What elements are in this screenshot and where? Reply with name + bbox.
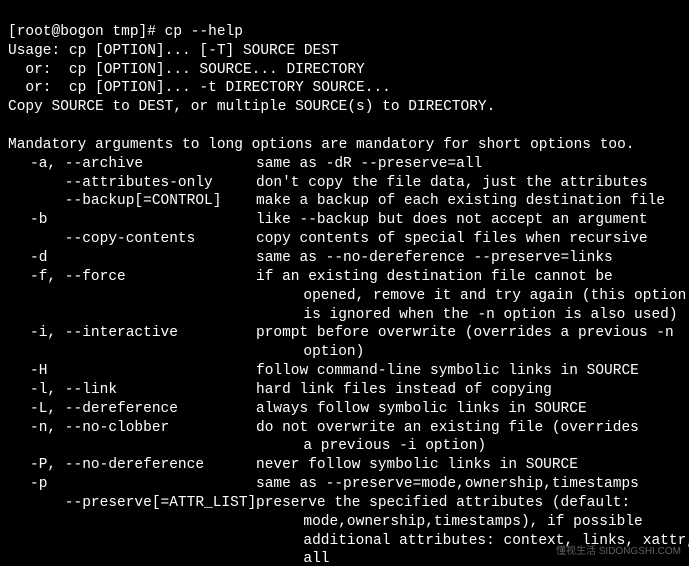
option-desc: copy contents of special files when recu… (256, 230, 681, 249)
option-desc: if an existing destination file cannot b… (256, 268, 681, 287)
option-row: -P, --no-dereferencenever follow symboli… (8, 456, 681, 475)
option-row: -blike --backup but does not accept an a… (8, 211, 681, 230)
option-desc: like --backup but does not accept an arg… (256, 211, 681, 230)
option-desc: same as -dR --preserve=all (256, 155, 681, 174)
option-row: -n, --no-clobberdo not overwrite an exis… (8, 419, 681, 438)
option-row: -a, --archivesame as -dR --preserve=all (8, 155, 681, 174)
option-row: -i, --interactiveprompt before overwrite… (8, 324, 681, 343)
usage-line: or: cp [OPTION]... SOURCE... DIRECTORY (8, 62, 365, 78)
option-desc: don't copy the file data, just the attri… (256, 174, 681, 193)
option-desc: do not overwrite an existing file (overr… (256, 419, 681, 438)
usage-line: or: cp [OPTION]... -t DIRECTORY SOURCE..… (8, 80, 391, 96)
option-row: --backup[=CONTROL]make a backup of each … (8, 192, 681, 211)
option-desc: make a backup of each existing destinati… (256, 192, 681, 211)
option-flag: -H (8, 362, 256, 381)
option-row: -f, --forceif an existing destination fi… (8, 268, 681, 287)
option-desc: preserve the specified attributes (defau… (256, 494, 681, 513)
option-desc: same as --no-dereference --preserve=link… (256, 249, 681, 268)
option-desc: always follow symbolic links in SOURCE (256, 400, 681, 419)
option-row: --copy-contentscopy contents of special … (8, 230, 681, 249)
option-desc-cont: is ignored when the -n option is also us… (8, 306, 681, 325)
shell-prompt[interactable]: [root@bogon tmp]# cp --help (8, 24, 243, 40)
option-flag: -P, --no-dereference (8, 456, 256, 475)
option-desc-cont: opened, remove it and try again (this op… (8, 287, 681, 306)
usage-line: Usage: cp [OPTION]... [-T] SOURCE DEST (8, 43, 339, 59)
option-row: -psame as --preserve=mode,ownership,time… (8, 475, 681, 494)
option-flag: -f, --force (8, 268, 256, 287)
option-flag: -l, --link (8, 381, 256, 400)
option-desc: never follow symbolic links in SOURCE (256, 456, 681, 475)
option-flag: -b (8, 211, 256, 230)
option-row: -L, --dereferencealways follow symbolic … (8, 400, 681, 419)
option-flag: --backup[=CONTROL] (8, 192, 256, 211)
option-flag: -i, --interactive (8, 324, 256, 343)
option-row: -Hfollow command-line symbolic links in … (8, 362, 681, 381)
option-flag: --attributes-only (8, 174, 256, 193)
option-desc-cont: mode,ownership,timestamps), if possible (8, 513, 681, 532)
option-desc: same as --preserve=mode,ownership,timest… (256, 475, 681, 494)
option-row: --attributes-onlydon't copy the file dat… (8, 174, 681, 193)
summary-line: Copy SOURCE to DEST, or multiple SOURCE(… (8, 99, 495, 115)
option-row: --preserve[=ATTR_LIST]preserve the speci… (8, 494, 681, 513)
terminal-output: [root@bogon tmp]# cp --help Usage: cp [O… (0, 0, 689, 566)
mandatory-line: Mandatory arguments to long options are … (8, 137, 635, 153)
option-flag: -d (8, 249, 256, 268)
option-desc-cont: option) (8, 343, 681, 362)
option-flag: -a, --archive (8, 155, 256, 174)
option-desc: hard link files instead of copying (256, 381, 681, 400)
option-desc-cont: a previous -i option) (8, 437, 681, 456)
option-flag: --copy-contents (8, 230, 256, 249)
option-flag: -n, --no-clobber (8, 419, 256, 438)
option-row: -dsame as --no-dereference --preserve=li… (8, 249, 681, 268)
option-row: -l, --linkhard link files instead of cop… (8, 381, 681, 400)
option-desc: prompt before overwrite (overrides a pre… (256, 324, 681, 343)
option-flag: -p (8, 475, 256, 494)
options-block: -a, --archivesame as -dR --preserve=all … (8, 155, 681, 566)
watermark: 懂视生活 SIDONGSHI.COM (556, 545, 681, 558)
option-flag: --preserve[=ATTR_LIST] (8, 494, 256, 513)
option-flag: -L, --dereference (8, 400, 256, 419)
option-desc: follow command-line symbolic links in SO… (256, 362, 681, 381)
